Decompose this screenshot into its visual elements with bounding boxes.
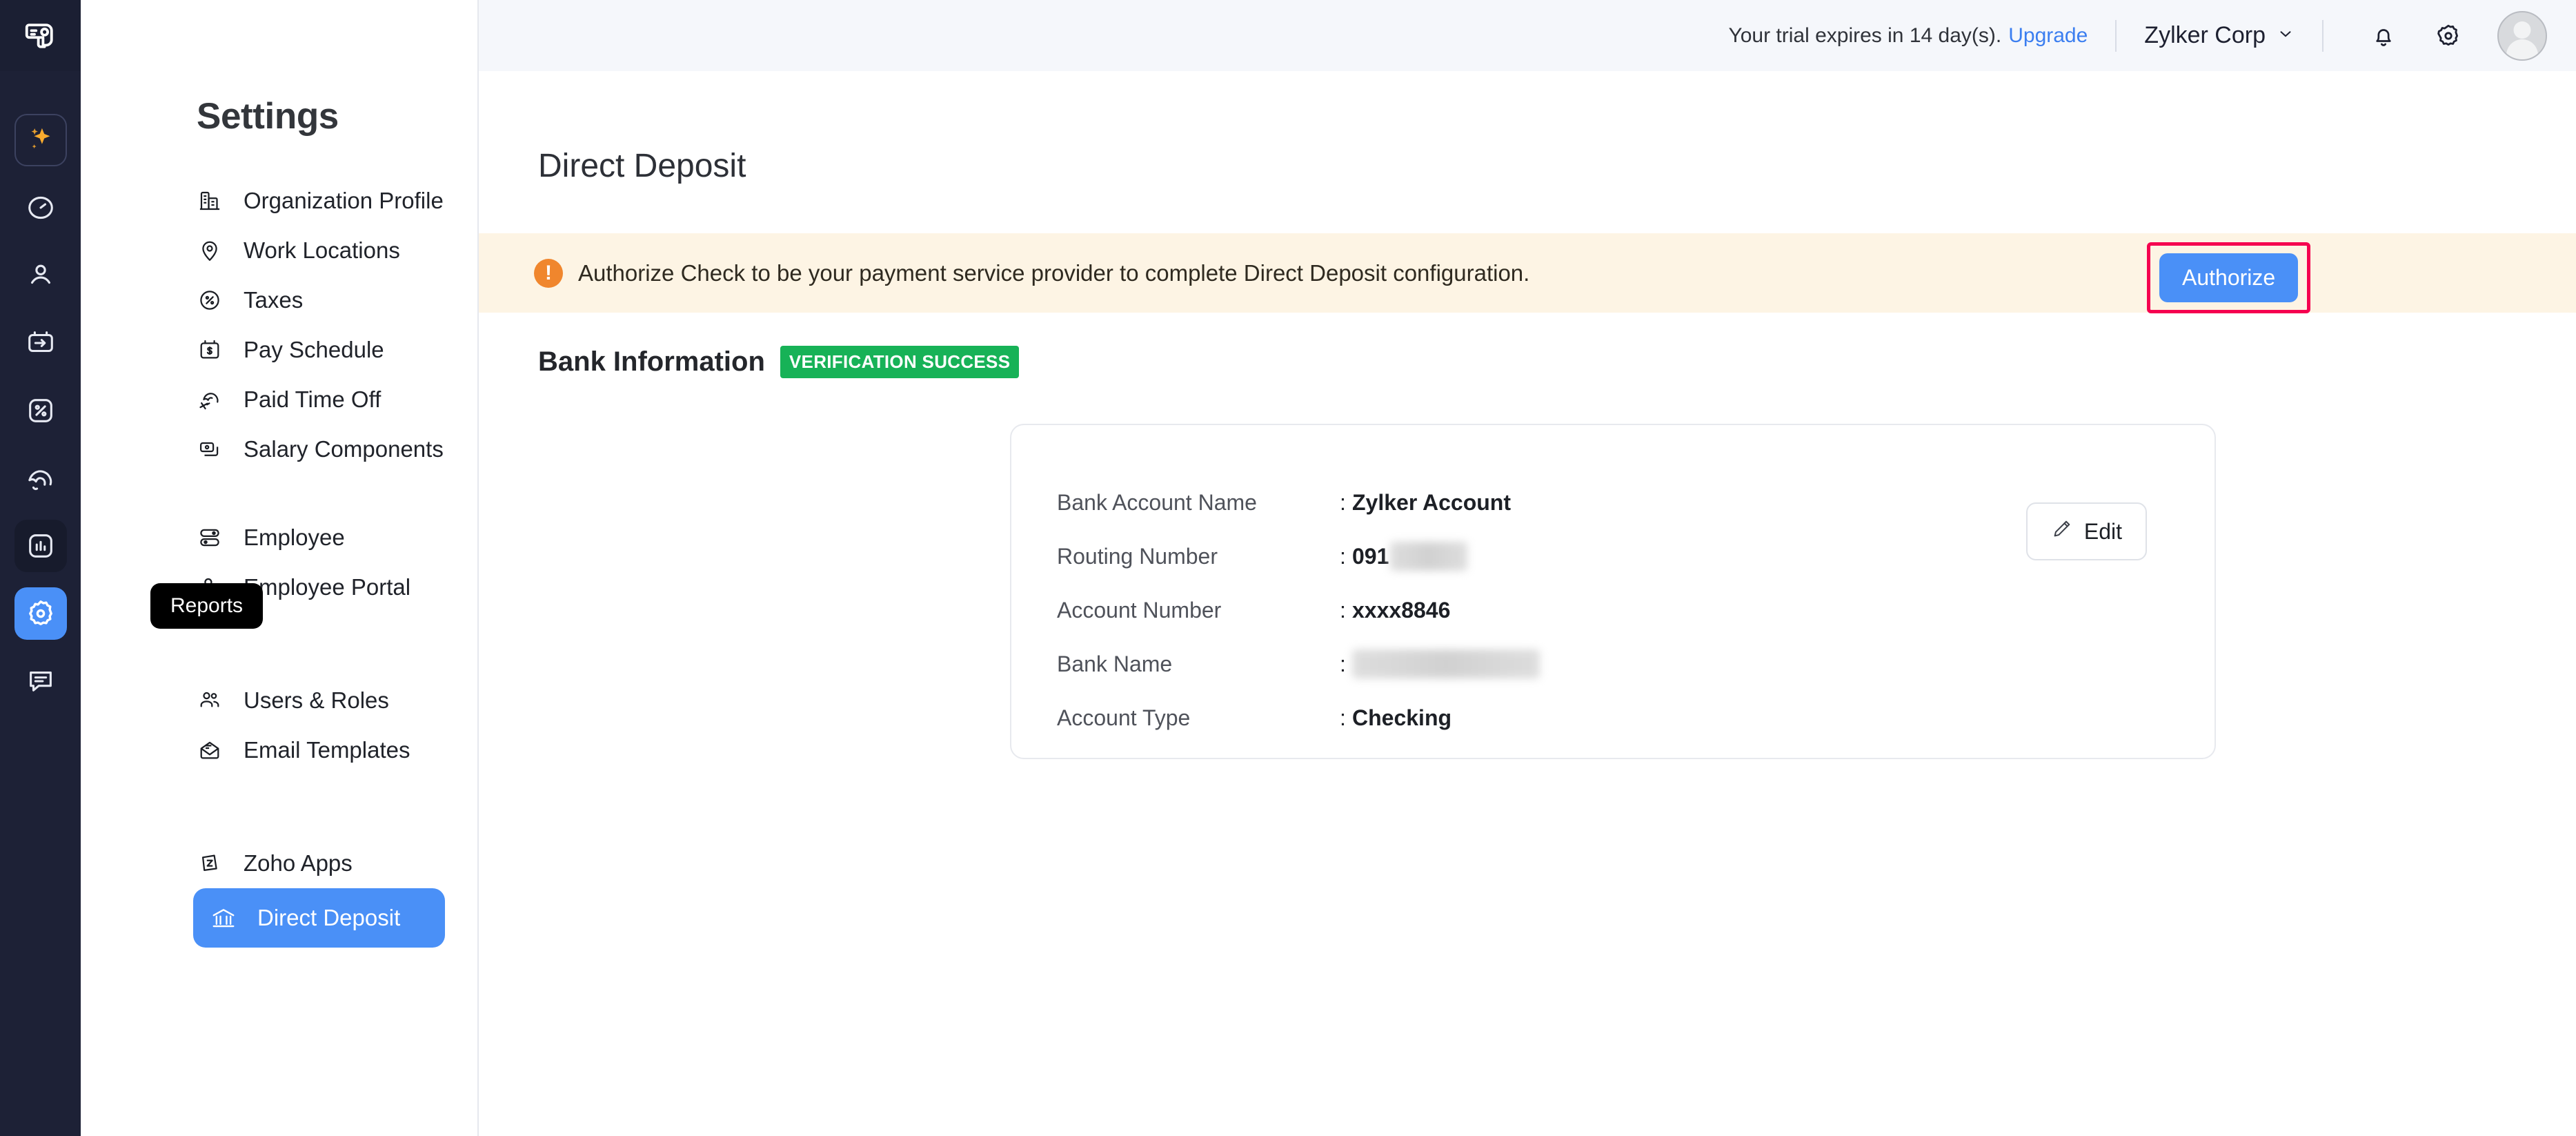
sidebar-item-label: Pay Schedule bbox=[244, 337, 384, 363]
row-label: Account Number bbox=[1057, 598, 1340, 623]
settings-nav-list: Organization Profile Work Locations bbox=[81, 176, 477, 948]
row-label: Account Type bbox=[1057, 705, 1340, 731]
gear-icon[interactable] bbox=[2428, 16, 2468, 56]
sidebar-item-label: Taxes bbox=[244, 287, 303, 313]
building-icon bbox=[196, 187, 224, 215]
edit-button[interactable]: Edit bbox=[2026, 502, 2147, 560]
sidebar-item-label: Employee bbox=[244, 525, 345, 551]
row-colon: : bbox=[1340, 598, 1352, 623]
redacted-block bbox=[1390, 542, 1467, 571]
bell-icon[interactable] bbox=[2364, 16, 2404, 56]
sidebar-item-label: Paid Time Off bbox=[244, 386, 381, 413]
sidebar-item-salary-components[interactable]: Salary Components bbox=[179, 424, 461, 474]
reports-tooltip: Reports bbox=[150, 583, 263, 629]
app-icon-rail bbox=[0, 0, 81, 1136]
calendar-dollar-icon bbox=[196, 336, 224, 364]
rail-item-chat[interactable] bbox=[14, 655, 67, 707]
row-value: 091 bbox=[1352, 542, 1467, 571]
row-value-text: 091 bbox=[1352, 544, 1389, 569]
rail-item-employees[interactable] bbox=[14, 249, 67, 302]
sidebar-item-label: Email Templates bbox=[244, 737, 410, 763]
sidebar-item-zoho-apps[interactable]: Zoho Apps bbox=[179, 839, 461, 888]
sidebar-item-paid-time-off[interactable]: Paid Time Off bbox=[179, 375, 461, 424]
trial-notice: Your trial expires in 14 day(s). Upgrade bbox=[1728, 24, 2088, 48]
org-name-label: Zylker Corp bbox=[2144, 22, 2266, 49]
row-value: Zylker Account bbox=[1352, 490, 1511, 516]
row-colon: : bbox=[1340, 544, 1352, 569]
bank-information-card: Bank Account Name : Zylker Account Routi… bbox=[1010, 424, 2216, 759]
row-label: Bank Name bbox=[1057, 652, 1340, 677]
bank-detail-row: Account Type : Checking bbox=[1057, 691, 2215, 745]
sidebar-item-label: Employee Portal bbox=[244, 574, 410, 600]
sidebar-item-label: Users & Roles bbox=[244, 687, 389, 714]
rail-item-reports[interactable] bbox=[14, 520, 67, 572]
row-colon: : bbox=[1340, 490, 1352, 516]
divider bbox=[2115, 20, 2117, 52]
pencil-icon bbox=[2051, 518, 2073, 545]
row-value: xxxx8846 bbox=[1352, 598, 1450, 623]
content-area: Direct Deposit ! Authorize Check to be y… bbox=[479, 71, 2576, 1136]
percent-circle-icon bbox=[196, 286, 224, 314]
avatar[interactable] bbox=[2497, 11, 2547, 61]
authorize-button[interactable]: Authorize bbox=[2159, 253, 2298, 302]
sidebar-item-label: Zoho Apps bbox=[244, 850, 353, 877]
payroll-logo-icon[interactable] bbox=[0, 0, 81, 71]
bank-information-title: Bank Information bbox=[538, 346, 765, 378]
sidebar-item-label: Direct Deposit bbox=[257, 905, 400, 931]
divider bbox=[2322, 20, 2324, 52]
warning-icon: ! bbox=[534, 259, 563, 288]
rail-item-ai[interactable] bbox=[14, 114, 67, 166]
page-title: Direct Deposit bbox=[479, 71, 2576, 185]
settings-title: Settings bbox=[81, 14, 477, 137]
status-badge: VERIFICATION SUCCESS bbox=[780, 346, 1019, 378]
sidebar-item-users-roles[interactable]: Users & Roles bbox=[179, 676, 461, 725]
authorize-banner: ! Authorize Check to be your payment ser… bbox=[479, 233, 2576, 313]
row-value: Checking bbox=[1352, 705, 1452, 731]
edit-button-label: Edit bbox=[2084, 519, 2122, 545]
rail-item-settings[interactable] bbox=[14, 587, 67, 640]
email-icon bbox=[196, 736, 224, 764]
authorize-highlight: Authorize bbox=[2147, 242, 2310, 313]
rail-item-taxes[interactable] bbox=[14, 384, 67, 437]
sidebar-item-organization-profile[interactable]: Organization Profile bbox=[179, 176, 461, 226]
map-pin-icon bbox=[196, 237, 224, 264]
bank-detail-row: Bank Name : bbox=[1057, 637, 2215, 691]
sidebar-item-direct-deposit[interactable]: Direct Deposit bbox=[193, 888, 445, 948]
row-value bbox=[1352, 649, 1540, 678]
org-switcher[interactable]: Zylker Corp bbox=[2144, 22, 2295, 49]
main-column: Your trial expires in 14 day(s).Upgrade … bbox=[479, 0, 2576, 1136]
sidebar-item-email-templates[interactable]: Email Templates bbox=[179, 725, 461, 775]
umbrella-chair-icon bbox=[196, 386, 224, 413]
row-colon: : bbox=[1340, 705, 1352, 731]
users-icon bbox=[196, 687, 224, 714]
rail-item-time[interactable] bbox=[14, 182, 67, 234]
sidebar-item-taxes[interactable]: Taxes bbox=[179, 275, 461, 325]
bank-icon bbox=[210, 904, 237, 932]
app-root: Settings Organization Profile bbox=[0, 0, 2576, 1136]
bank-details-list: Bank Account Name : Zylker Account Routi… bbox=[1011, 425, 2215, 745]
chevron-down-icon bbox=[2277, 22, 2295, 49]
upgrade-link[interactable]: Upgrade bbox=[2008, 24, 2088, 47]
sidebar-item-label: Work Locations bbox=[244, 237, 400, 264]
settings-sidebar: Settings Organization Profile bbox=[81, 0, 479, 1136]
row-label: Routing Number bbox=[1057, 544, 1340, 569]
trial-notice-text: Your trial expires in 14 day(s). bbox=[1728, 24, 2001, 47]
banner-message: Authorize Check to be your payment servi… bbox=[578, 260, 1529, 286]
sidebar-item-label: Salary Components bbox=[244, 436, 444, 462]
zoho-icon bbox=[196, 850, 224, 877]
sidebar-item-work-locations[interactable]: Work Locations bbox=[179, 226, 461, 275]
row-colon: : bbox=[1340, 652, 1352, 677]
row-label: Bank Account Name bbox=[1057, 490, 1340, 516]
sidebar-item-pay-schedule[interactable]: Pay Schedule bbox=[179, 325, 461, 375]
rail-item-pay-runs[interactable] bbox=[14, 317, 67, 369]
top-bar: Your trial expires in 14 day(s).Upgrade … bbox=[479, 0, 2576, 71]
toggle-rows-icon bbox=[196, 524, 224, 551]
cards-stack-icon bbox=[196, 435, 224, 463]
sidebar-item-label: Organization Profile bbox=[244, 188, 444, 214]
sidebar-item-employee[interactable]: Employee bbox=[179, 513, 461, 562]
bank-detail-row: Account Number : xxxx8846 bbox=[1057, 583, 2215, 637]
bank-information-header: Bank Information VERIFICATION SUCCESS bbox=[479, 313, 2576, 378]
redacted-block bbox=[1352, 649, 1540, 678]
rail-item-benefits[interactable] bbox=[14, 452, 67, 505]
